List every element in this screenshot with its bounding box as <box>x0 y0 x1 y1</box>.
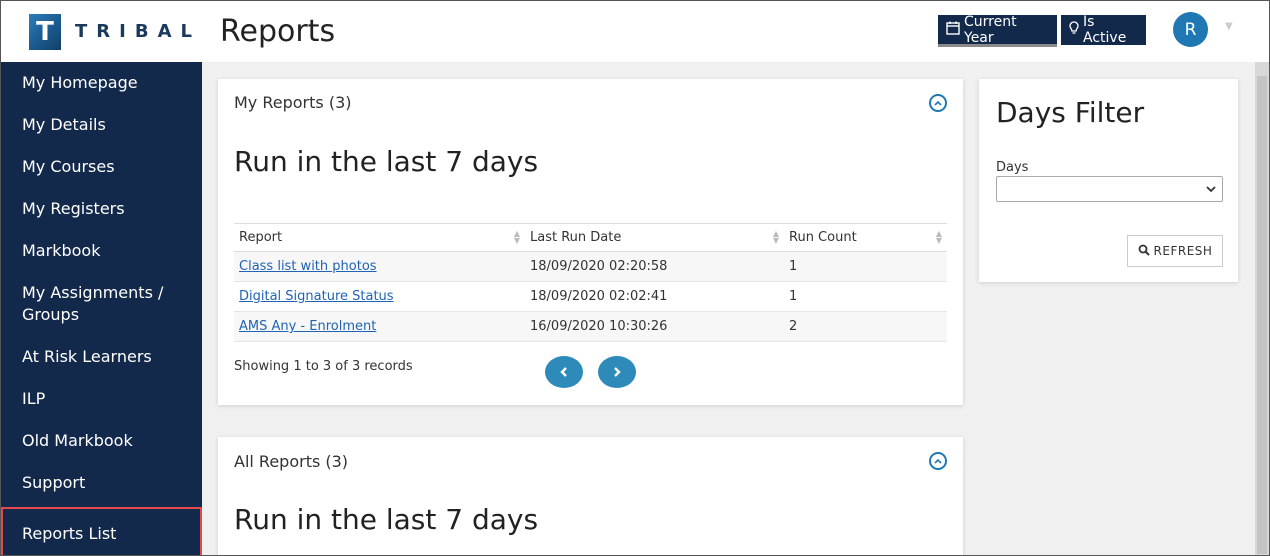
current-year-button[interactable]: Current Year <box>938 13 1057 47</box>
sidebar-item-my-assignments-groups[interactable]: My Assignments / Groups <box>1 282 202 346</box>
run-count: 1 <box>784 251 947 282</box>
scrollbar-thumb[interactable] <box>1257 76 1267 554</box>
table-row: Digital Signature Status 18/09/2020 02:0… <box>234 281 947 312</box>
sidebar-item-ilp[interactable]: ILP <box>1 388 202 430</box>
sidebar-item-support[interactable]: Support <box>1 472 202 507</box>
sort-icon: ▲ ▼ <box>772 229 779 245</box>
calendar-icon <box>946 21 960 39</box>
sidebar-item-at-risk-learners[interactable]: At Risk Learners <box>1 346 202 388</box>
my-reports-panel: My Reports (3) Run in the last 7 days Re… <box>218 79 963 405</box>
sidebar-item-label: Groups <box>22 305 80 324</box>
sidebar-item-my-homepage[interactable]: My Homepage <box>1 72 202 114</box>
logo-text: TRIBAL <box>75 21 201 42</box>
sidebar: My Homepage My Details My Courses My Reg… <box>1 62 202 555</box>
last-run-date: 16/09/2020 10:30:26 <box>525 311 784 342</box>
chevron-up-icon[interactable] <box>929 94 947 112</box>
sidebar-item-reports-list[interactable]: Reports List <box>1 507 202 555</box>
sidebar-item-label: Old Markbook <box>22 431 133 450</box>
app-window: T TRIBAL Reports Current Year Is Active … <box>0 0 1270 556</box>
days-label: Days <box>996 160 1029 175</box>
current-year-label: Current Year <box>964 13 1017 46</box>
column-header-last-run-date[interactable]: Last Run Date ▲ ▼ <box>525 223 784 252</box>
is-active-button[interactable]: Is Active <box>1061 14 1146 46</box>
sidebar-item-label: My Courses <box>22 157 115 176</box>
chevron-down-icon <box>1206 182 1216 196</box>
chevron-down-icon[interactable]: ▼ <box>1225 21 1233 32</box>
top-header: T TRIBAL Reports Current Year Is Active … <box>1 1 1269 62</box>
page-title: Reports <box>220 14 336 49</box>
report-link[interactable]: Class list with photos <box>239 259 377 274</box>
run-count: 2 <box>784 311 947 342</box>
sort-icon: ▲ ▼ <box>935 229 942 245</box>
column-header-run-count[interactable]: Run Count ▲ ▼ <box>784 223 947 252</box>
sidebar-item-label: ILP <box>22 389 46 408</box>
avatar[interactable]: R <box>1173 12 1208 47</box>
report-link[interactable]: Digital Signature Status <box>239 289 394 304</box>
sidebar-item-label: Reports List <box>22 524 117 543</box>
table-row: Class list with photos 18/09/2020 02:20:… <box>234 251 947 282</box>
chevron-up-icon[interactable] <box>929 452 947 470</box>
table-row: AMS Any - Enrolment 16/09/2020 10:30:26 … <box>234 311 947 342</box>
sidebar-item-label: Support <box>22 473 86 492</box>
next-page-button[interactable] <box>598 356 636 388</box>
sidebar-item-label: My Assignments / <box>22 283 164 302</box>
reports-table: Report ▲ ▼ Last Run Date ▲ ▼ Run Count ▲ ▼ Cla… <box>234 223 947 342</box>
sidebar-item-markbook[interactable]: Markbook <box>1 240 202 282</box>
all-reports-panel: All Reports (3) Run in the last 7 days <box>218 437 963 555</box>
sidebar-item-my-registers[interactable]: My Registers <box>1 198 202 240</box>
sidebar-item-label: Markbook <box>22 241 101 260</box>
days-filter-title: Days Filter <box>996 96 1145 129</box>
column-header-report[interactable]: Report ▲ ▼ <box>234 223 525 252</box>
logo-mark: T <box>29 13 62 50</box>
sidebar-item-label: My Registers <box>22 199 125 218</box>
sort-icon: ▲ ▼ <box>513 229 520 245</box>
run-count: 1 <box>784 281 947 312</box>
sidebar-item-label: My Homepage <box>22 73 138 92</box>
showing-records-text: Showing 1 to 3 of 3 records <box>234 359 413 374</box>
sidebar-item-label: My Details <box>22 115 106 134</box>
chevron-left-icon <box>560 367 567 377</box>
all-reports-heading: Run in the last 7 days <box>234 503 539 536</box>
is-active-label: Is Active <box>1083 14 1127 46</box>
search-icon <box>1138 244 1150 259</box>
sidebar-item-my-courses[interactable]: My Courses <box>1 156 202 198</box>
days-filter-panel: Days Filter Days REFRESH <box>979 79 1238 282</box>
my-reports-heading: Run in the last 7 days <box>234 145 539 178</box>
previous-page-button[interactable] <box>545 356 583 388</box>
last-run-date: 18/09/2020 02:20:58 <box>525 251 784 282</box>
sidebar-item-my-details[interactable]: My Details <box>1 114 202 156</box>
my-reports-title: My Reports (3) <box>234 93 352 112</box>
days-select[interactable] <box>996 176 1223 202</box>
refresh-button[interactable]: REFRESH <box>1127 235 1223 267</box>
all-reports-title: All Reports (3) <box>234 452 349 471</box>
sidebar-item-old-markbook[interactable]: Old Markbook <box>1 430 202 472</box>
report-link[interactable]: AMS Any - Enrolment <box>239 319 376 334</box>
tribal-logo[interactable]: T TRIBAL <box>1 1 201 62</box>
chevron-right-icon <box>614 367 621 377</box>
refresh-label: REFRESH <box>1153 244 1213 258</box>
last-run-date: 18/09/2020 02:02:41 <box>525 281 784 312</box>
lightbulb-icon <box>1069 21 1079 39</box>
sidebar-item-label: At Risk Learners <box>22 347 152 366</box>
